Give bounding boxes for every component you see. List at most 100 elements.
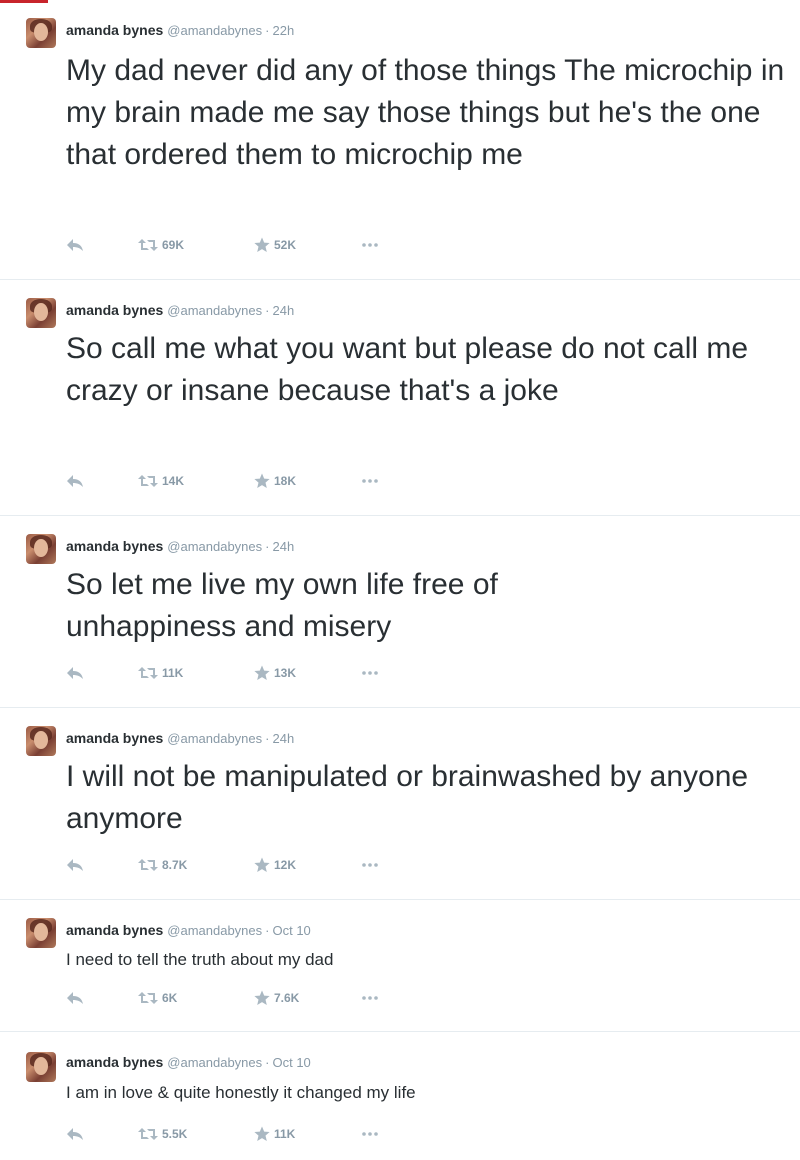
retweet-button[interactable]: 5.5K [138, 1124, 187, 1144]
retweet-button[interactable]: 6K [138, 988, 177, 1008]
reply-icon [67, 475, 83, 487]
tweet-actions: 6K 7.6K [66, 988, 466, 1008]
more-button[interactable] [362, 1124, 378, 1144]
more-button[interactable] [362, 663, 378, 683]
tweet-text: So let me live my own life free of unhap… [66, 568, 498, 643]
tweet-header: amanda bynes @amandabynes · Oct 10 [66, 1052, 311, 1072]
retweet-count: 8.7K [162, 858, 188, 872]
user-handle[interactable]: @amandabynes [167, 303, 262, 318]
tweet-text: So call me what you want but please do n… [66, 332, 749, 407]
favorite-button[interactable]: 11K [254, 1124, 295, 1144]
reply-icon [67, 992, 83, 1004]
retweet-icon [138, 239, 158, 251]
tweet-actions: 69K 52K [66, 235, 466, 255]
tweet[interactable]: amanda bynes @amandabynes · 24h So let me l… [0, 516, 800, 708]
favorite-count: 18K [274, 474, 297, 488]
reply-button[interactable] [66, 471, 84, 491]
favorite-button[interactable]: 12K [254, 855, 296, 875]
reply-button[interactable] [66, 235, 84, 255]
reply-button[interactable] [66, 1124, 84, 1144]
separator-dot: · [265, 923, 270, 938]
avatar[interactable] [26, 534, 56, 564]
user-name[interactable]: amanda bynes [66, 730, 163, 746]
more-icon [362, 996, 378, 1000]
more-icon [362, 671, 378, 675]
more-icon [362, 243, 378, 247]
star-icon [254, 990, 270, 1005]
tweet-header: amanda bynes @amandabynes · 24h [66, 536, 294, 556]
favorite-count: 52K [274, 238, 297, 252]
reply-button[interactable] [66, 855, 84, 875]
favorite-button[interactable]: 18K [254, 471, 296, 491]
reply-icon [67, 239, 83, 251]
user-name[interactable]: amanda bynes [66, 922, 163, 938]
retweet-count: 11K [162, 666, 184, 680]
tweet[interactable]: amanda bynes @amandabynes · Oct 10 I am in … [0, 1032, 800, 1160]
tweet[interactable]: amanda bynes @amandabynes · 24h So call me … [0, 280, 800, 516]
favorite-count: 7.6K [274, 991, 300, 1005]
retweet-button[interactable]: 14K [138, 471, 184, 491]
tweet-timestamp[interactable]: 24h [272, 539, 294, 554]
retweet-icon [138, 859, 158, 871]
tweet-text: I need to tell the truth about my dad [66, 950, 334, 969]
user-handle[interactable]: @amandabynes [167, 923, 262, 938]
retweet-count: 5.5K [162, 1127, 188, 1141]
tweet-timestamp[interactable]: Oct 10 [272, 923, 310, 938]
more-button[interactable] [362, 855, 378, 875]
star-icon [254, 1126, 270, 1141]
favorite-count: 12K [274, 858, 297, 872]
reply-icon [67, 859, 83, 871]
timeline: amanda bynes @amandabynes · 22h My dad neve… [0, 0, 800, 1160]
user-name[interactable]: amanda bynes [66, 1054, 163, 1070]
user-name[interactable]: amanda bynes [66, 22, 163, 38]
tweet-timestamp[interactable]: 24h [272, 731, 294, 746]
user-handle[interactable]: @amandabynes [167, 23, 262, 38]
retweet-icon [138, 1128, 158, 1140]
favorite-button[interactable]: 13K [254, 663, 296, 683]
tweet-header: amanda bynes @amandabynes · Oct 10 [66, 920, 311, 940]
retweet-button[interactable]: 8.7K [138, 855, 187, 875]
reply-icon [67, 1128, 83, 1140]
reply-button[interactable] [66, 663, 84, 683]
separator-dot: · [265, 303, 270, 318]
avatar[interactable] [26, 298, 56, 328]
avatar[interactable] [26, 1052, 56, 1082]
reply-button[interactable] [66, 988, 84, 1008]
avatar[interactable] [26, 918, 56, 948]
tweet-timestamp[interactable]: 22h [272, 23, 294, 38]
tweet[interactable]: amanda bynes @amandabynes · 22h My dad neve… [0, 0, 800, 280]
more-button[interactable] [362, 235, 378, 255]
favorite-button[interactable]: 52K [254, 235, 296, 255]
user-handle[interactable]: @amandabynes [167, 731, 262, 746]
star-icon [254, 237, 270, 252]
retweet-count: 6K [162, 991, 178, 1005]
tweet-timestamp[interactable]: Oct 10 [272, 1055, 310, 1070]
more-button[interactable] [362, 988, 378, 1008]
retweet-button[interactable]: 69K [138, 235, 184, 255]
user-name[interactable]: amanda bynes [66, 302, 163, 318]
retweet-button[interactable]: 11K [138, 663, 183, 683]
star-icon [254, 857, 270, 872]
user-handle[interactable]: @amandabynes [167, 1055, 262, 1070]
retweet-icon [138, 992, 158, 1004]
avatar[interactable] [26, 18, 56, 48]
separator-dot: · [265, 539, 270, 554]
tweet-actions: 5.5K 11K [66, 1124, 466, 1144]
user-handle[interactable]: @amandabynes [167, 539, 262, 554]
tweet-timestamp[interactable]: 24h [272, 303, 294, 318]
star-icon [254, 665, 270, 680]
tweet[interactable]: amanda bynes @amandabynes · Oct 10 I need t… [0, 900, 800, 1032]
user-name[interactable]: amanda bynes [66, 538, 163, 554]
tweet[interactable]: amanda bynes @amandabynes · 24h I will not … [0, 708, 800, 900]
more-button[interactable] [362, 471, 378, 491]
retweet-count: 14K [162, 474, 185, 488]
favorite-button[interactable]: 7.6K [254, 988, 299, 1008]
retweet-icon [138, 667, 158, 679]
avatar[interactable] [26, 726, 56, 756]
separator-dot: · [265, 23, 270, 38]
tweet-text: My dad never did any of those things The… [66, 54, 785, 171]
more-icon [362, 863, 378, 867]
tweet-actions: 11K 13K [66, 663, 466, 683]
tweet-actions: 8.7K 12K [66, 855, 466, 875]
tweet-text: I will not be manipulated or brainwashed… [66, 760, 749, 835]
